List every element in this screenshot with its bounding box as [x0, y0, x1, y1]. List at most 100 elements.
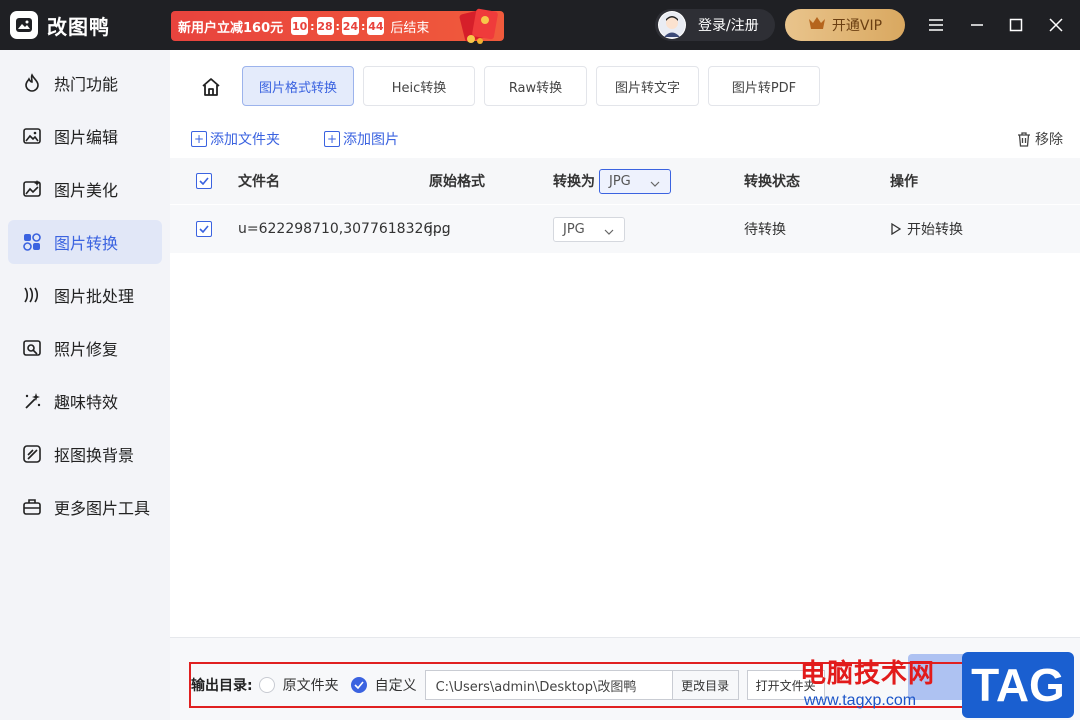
column-original-format: 原始格式 [429, 174, 485, 190]
sidebar-item-label: 图片编辑 [54, 128, 119, 147]
row-status: 待转换 [744, 222, 786, 238]
watermark-url: www.tagxp.com [804, 692, 917, 709]
fire-icon [21, 72, 43, 94]
countdown-timer: 10: 28: 24: 44 [291, 17, 385, 35]
select-all-checkbox[interactable] [196, 173, 212, 189]
add-folder-button[interactable]: + 添加文件夹 [191, 129, 280, 149]
home-icon[interactable] [200, 76, 222, 98]
remove-label: 移除 [1035, 132, 1063, 148]
play-icon [891, 223, 901, 235]
add-folder-icon: + [191, 131, 207, 147]
timer-part: 24 [341, 17, 359, 35]
tab-image-to-text[interactable]: 图片转文字 [596, 66, 699, 106]
output-path-value: C:\Users\admin\Desktop\改图鸭 [435, 679, 637, 695]
format-value: JPG [563, 222, 585, 237]
image-edit-icon [21, 125, 43, 147]
radio-custom[interactable] [350, 677, 367, 693]
image-convert-icon [21, 231, 43, 253]
row-format-select[interactable]: JPG [553, 217, 625, 242]
sidebar: 热门功能 图片编辑 图片美化 图片转换 图片批处理 照片修复 趣味特效 抠图换背… [0, 50, 170, 720]
trash-icon [1017, 131, 1031, 147]
row-checkbox[interactable] [196, 221, 212, 237]
photo-repair-icon [21, 337, 43, 359]
magic-wand-icon [21, 390, 43, 412]
crown-icon [808, 15, 826, 35]
sidebar-item-label: 趣味特效 [54, 393, 119, 412]
sidebar-item-label: 更多图片工具 [54, 499, 151, 518]
sidebar-item-label: 抠图换背景 [54, 446, 135, 465]
change-directory-button[interactable]: 更改目录 [671, 671, 738, 699]
column-status: 转换状态 [744, 174, 800, 190]
batch-icon [21, 284, 43, 306]
radio-custom-label: 自定义 [374, 678, 417, 694]
sidebar-item-label: 照片修复 [54, 340, 119, 359]
format-value: JPG [609, 174, 631, 189]
row-original-format: jpg [429, 221, 451, 237]
column-filename: 文件名 [238, 174, 280, 190]
tab-image-to-pdf[interactable]: 图片转PDF [708, 66, 820, 106]
avatar [658, 11, 686, 39]
sidebar-item-label: 图片转换 [54, 234, 119, 253]
promo-banner[interactable]: 新用户立减160元 10: 28: 24: 44 后结束 [171, 11, 504, 41]
add-image-label: 添加图片 [343, 132, 399, 148]
app-logo-icon [10, 11, 38, 39]
watermark-text: 电脑技术网 [800, 659, 936, 689]
output-path-field[interactable]: C:\Users\admin\Desktop\改图鸭 更改目录 [424, 670, 739, 700]
tab-format-convert[interactable]: 图片格式转换 [242, 66, 354, 106]
chevron-down-icon [604, 225, 614, 240]
promo-end-text: 后结束 [390, 20, 430, 36]
timer-part: 28 [316, 17, 334, 35]
app-logo: 改图鸭 [10, 11, 110, 40]
table-row[interactable]: u=622298710,3077618326... jpg JPG 待转换 开始… [170, 205, 1080, 253]
watermark-logo: TAG [962, 652, 1074, 718]
add-folder-label: 添加文件夹 [210, 132, 280, 148]
toolbox-icon [21, 496, 43, 518]
sidebar-item-label: 图片美化 [54, 181, 119, 200]
start-convert-button[interactable]: 开始转换 [891, 205, 963, 253]
close-icon[interactable] [1045, 14, 1067, 36]
sidebar-item-cutout[interactable]: 抠图换背景 [8, 432, 162, 476]
start-convert-label: 开始转换 [907, 222, 963, 238]
image-beautify-icon [21, 178, 43, 200]
output-label: 输出目录: [191, 678, 253, 694]
timer-part: 10 [291, 17, 309, 35]
watermark: 电脑技术网 www.tagxp.com TAG [800, 650, 1080, 720]
timer-part: 44 [367, 17, 385, 35]
sidebar-item-label: 图片批处理 [54, 287, 135, 306]
remove-button[interactable]: 移除 [1017, 129, 1063, 149]
sidebar-item-fun-effects[interactable]: 趣味特效 [8, 379, 162, 423]
sidebar-item-hot[interactable]: 热门功能 [8, 61, 162, 105]
tab-heic-convert[interactable]: Heic转换 [363, 66, 475, 106]
promo-text: 新用户立减160元 [178, 20, 284, 36]
add-image-button[interactable]: + 添加图片 [324, 129, 399, 149]
radio-original-folder[interactable] [258, 677, 275, 693]
sidebar-item-photo-repair[interactable]: 照片修复 [8, 326, 162, 370]
tab-raw-convert[interactable]: Raw转换 [484, 66, 587, 106]
main-panel: 图片格式转换 Heic转换 Raw转换 图片转文字 图片转PDF + 添加文件夹… [170, 50, 1080, 720]
login-button[interactable]: 登录/注册 [655, 9, 775, 41]
sidebar-item-label: 热门功能 [54, 75, 119, 94]
red-envelope-icon [456, 6, 504, 50]
column-convert-to: 转换为 [553, 174, 595, 190]
chevron-down-icon [650, 177, 660, 192]
row-filename: u=622298710,3077618326... [238, 221, 446, 237]
title-bar: 改图鸭 新用户立减160元 10: 28: 24: 44 后结束 登录/注册 开… [0, 0, 1080, 50]
maximize-icon[interactable] [1005, 14, 1027, 36]
login-label: 登录/注册 [698, 18, 759, 34]
vip-button[interactable]: 开通VIP [785, 9, 905, 41]
vip-label: 开通VIP [831, 18, 883, 34]
add-image-icon: + [324, 131, 340, 147]
table-header: 文件名 原始格式 转换为 JPG 转换状态 操作 [170, 158, 1080, 204]
sidebar-item-more-tools[interactable]: 更多图片工具 [8, 485, 162, 529]
cutout-icon [21, 443, 43, 465]
sidebar-item-image-beautify[interactable]: 图片美化 [8, 167, 162, 211]
sidebar-item-batch[interactable]: 图片批处理 [8, 273, 162, 317]
column-action: 操作 [890, 174, 918, 190]
radio-original-label: 原文件夹 [282, 678, 339, 694]
menu-icon[interactable] [925, 14, 947, 36]
minimize-icon[interactable] [966, 14, 988, 36]
sidebar-item-image-edit[interactable]: 图片编辑 [8, 114, 162, 158]
convert-all-format-select[interactable]: JPG [599, 169, 671, 194]
app-name: 改图鸭 [47, 14, 110, 39]
sidebar-item-image-convert[interactable]: 图片转换 [8, 220, 162, 264]
